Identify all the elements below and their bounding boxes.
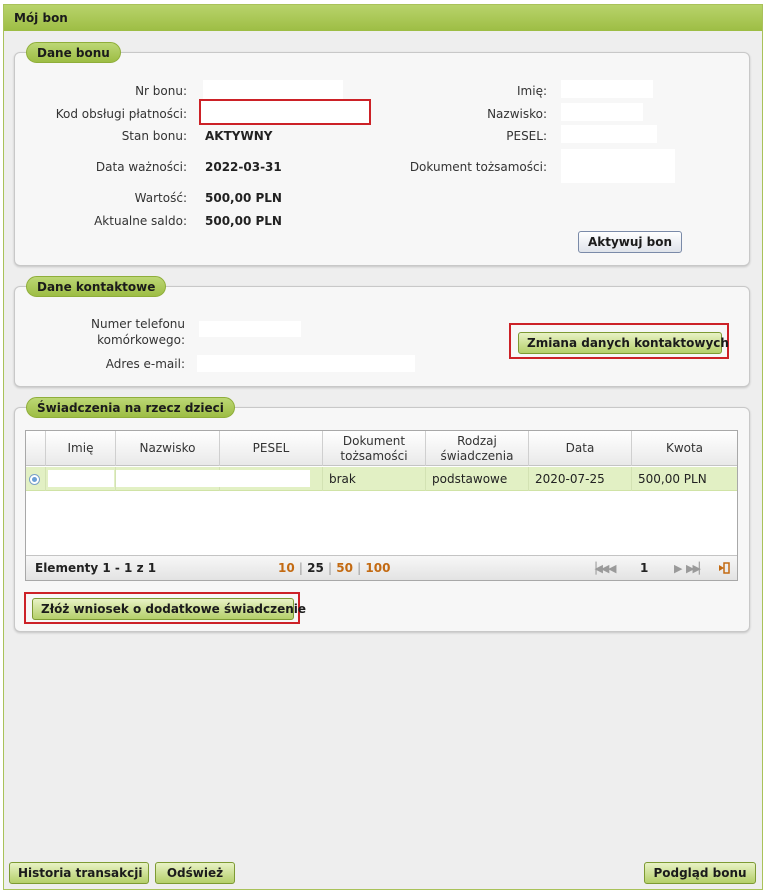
change-contact-button[interactable]: Zmiana danych kontaktowych — [518, 332, 729, 354]
row-benefit-type: podstawowe — [426, 467, 529, 491]
benefits-grid: Imię Nazwisko PESEL Dokument tożsamości … — [25, 430, 738, 581]
row-amount: 500,00 PLN — [638, 472, 707, 486]
voucher-number-label: Nr bonu: — [135, 84, 187, 98]
table-row[interactable]: brak podstawowe 2020-07-25 500,00 PLN — [26, 467, 737, 491]
voucher-preview-button[interactable]: Podgląd bonu — [644, 862, 756, 884]
grid-header-date[interactable]: Data — [529, 431, 632, 466]
export-icon[interactable] — [718, 562, 730, 574]
voucher-value-label: Wartość: — [134, 191, 187, 205]
voucher-number-value — [203, 80, 343, 99]
grid-header-id-document-line1: Dokument — [342, 433, 406, 448]
grid-header-benefit-type-line2: świadczenia — [440, 448, 514, 463]
page-size-10[interactable]: 10 — [278, 561, 295, 575]
grid-pager: Elementy 1 - 1 z 1 10 | 25 | 50 | 100 ▕◀… — [26, 555, 737, 580]
grid-header-id-document-line2: tożsamości — [340, 448, 408, 463]
validity-date-label: Data ważności: — [95, 160, 187, 174]
app-window: Mój bon Dane bonu Nr bonu: Kod obsługi p… — [3, 4, 763, 890]
first-name-label: Imię: — [517, 84, 547, 98]
voucher-panel-legend: Dane bonu — [26, 42, 121, 63]
grid-header-id-document[interactable]: Dokument tożsamości — [323, 431, 426, 466]
grid-header-last-name[interactable]: Nazwisko — [116, 431, 220, 466]
phone-value — [199, 321, 301, 337]
row-last-name — [116, 467, 220, 491]
first-page-icon[interactable]: ▕◀◀ — [588, 562, 609, 575]
last-name-label: Nazwisko: — [487, 107, 547, 121]
page-size-separator: | — [357, 561, 362, 575]
contact-panel-legend: Dane kontaktowe — [26, 276, 167, 297]
refresh-button[interactable]: Odśwież — [155, 862, 235, 884]
grid-header-benefit-type[interactable]: Rodzaj świadczenia — [426, 431, 529, 466]
last-name-value — [561, 103, 643, 121]
pager-current-page: 1 — [640, 561, 649, 575]
last-page-icon[interactable]: ▶▶▏ — [686, 562, 707, 575]
payment-code-label: Kod obsługi płatności: — [55, 107, 187, 121]
balance-label: Aktualne saldo: — [94, 214, 187, 228]
phone-label-line2: komórkowego: — [97, 333, 185, 347]
email-value — [197, 355, 415, 372]
voucher-panel: Dane bonu Nr bonu: Kod obsługi płatności… — [14, 42, 750, 266]
phone-label-line1: Numer telefonu — [91, 317, 185, 331]
grid-header-first-name[interactable]: Imię — [46, 431, 116, 466]
grid-header-pesel[interactable]: PESEL — [220, 431, 323, 466]
benefits-panel-legend: Świadczenia na rzecz dzieci — [26, 397, 235, 418]
voucher-value-value: 500,00 PLN — [205, 191, 282, 205]
pager-page-sizes: 10 | 25 | 50 | 100 — [278, 556, 390, 581]
balance-value: 500,00 PLN — [205, 214, 282, 228]
id-document-value — [561, 149, 675, 183]
grid-header-benefit-type-line1: Rodzaj — [457, 433, 497, 448]
grid-header-select — [26, 431, 46, 466]
activate-voucher-button[interactable]: Aktywuj bon — [578, 231, 682, 253]
payment-code-value — [199, 99, 371, 125]
row-id-document: brak — [323, 467, 426, 491]
page-size-separator: | — [328, 561, 333, 575]
row-date: 2020-07-25 — [529, 467, 632, 491]
window-title: Mój bon — [4, 5, 762, 31]
page-size-50[interactable]: 50 — [336, 561, 353, 575]
apply-additional-benefit-button[interactable]: Złóż wniosek o dodatkowe świadczenie — [32, 598, 306, 620]
row-select-radio[interactable] — [26, 467, 46, 491]
row-pesel — [220, 467, 323, 491]
email-label: Adres e-mail: — [105, 357, 185, 371]
page-size-25[interactable]: 25 — [307, 561, 324, 575]
id-document-label: Dokument tożsamości: — [409, 160, 547, 174]
voucher-state-label: Stan bonu: — [121, 129, 187, 143]
grid-header-amount[interactable]: Kwota — [632, 431, 737, 466]
pesel-value — [561, 125, 657, 143]
benefits-panel: Świadczenia na rzecz dzieci Imię Nazwisk… — [14, 397, 750, 632]
pager-items-count: Elementy 1 - 1 z 1 — [35, 561, 157, 575]
row-first-name — [46, 467, 116, 491]
page-size-100[interactable]: 100 — [365, 561, 390, 575]
contact-panel: Dane kontaktowe Numer telefonu komórkowe… — [14, 276, 750, 387]
voucher-state-value: AKTYWNY — [205, 129, 273, 143]
prev-page-icon[interactable]: ◀ — [608, 562, 617, 575]
page-size-separator: | — [298, 561, 303, 575]
first-name-value — [561, 80, 653, 98]
grid-header: Imię Nazwisko PESEL Dokument tożsamości … — [26, 431, 737, 466]
next-page-icon[interactable]: ▶ — [674, 562, 683, 575]
pesel-label: PESEL: — [506, 129, 547, 143]
transaction-history-button[interactable]: Historia transakcji — [9, 862, 149, 884]
validity-date-value: 2022-03-31 — [205, 160, 282, 174]
